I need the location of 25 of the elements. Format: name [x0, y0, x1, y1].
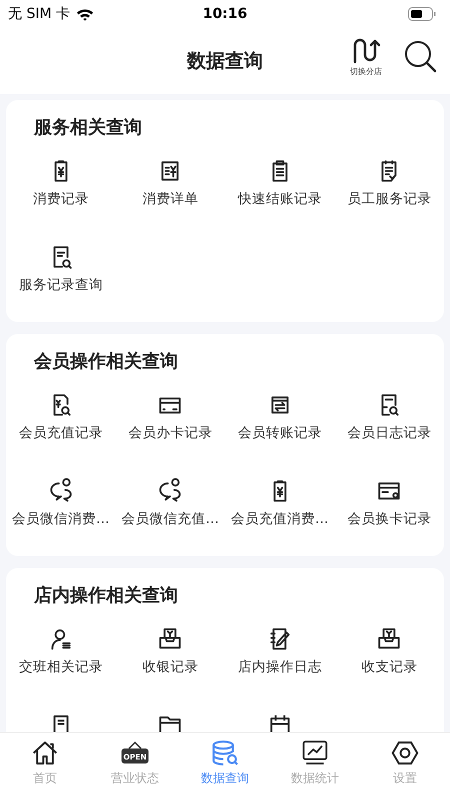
- menu-item[interactable]: 交班相关记录: [6, 618, 116, 704]
- menu-item[interactable]: 会员日志记录: [334, 384, 444, 470]
- page-title: 数据查询: [187, 49, 263, 74]
- section-title: 店内操作相关查询: [32, 584, 179, 608]
- menu-item[interactable]: 消费记录: [6, 150, 116, 236]
- section-title: 会员操作相关查询: [32, 350, 179, 374]
- menu-item[interactable]: 会员充值消费…: [225, 470, 334, 556]
- menu-item[interactable]: 快速结账记录: [225, 150, 334, 236]
- section-title: 服务相关查询: [32, 116, 143, 140]
- tab-bar-item[interactable]: OPEN 营业状态: [90, 733, 180, 800]
- menu-item[interactable]: 店内操作日志: [225, 618, 334, 704]
- menu-item[interactable]: 收银记录: [116, 618, 225, 704]
- menu-item[interactable]: 会员微信消费…: [6, 470, 116, 556]
- menu-item[interactable]: 服务记录查询: [6, 236, 116, 322]
- menu-item[interactable]: 员工服务记录: [334, 150, 444, 236]
- menu-item[interactable]: 消费详单: [116, 150, 225, 236]
- menu-item[interactable]: 会员转账记录: [225, 384, 334, 470]
- menu-item[interactable]: 会员换卡记录: [334, 470, 444, 556]
- menu-item[interactable]: 收支记录: [334, 618, 444, 704]
- menu-item[interactable]: 会员微信充值…: [116, 470, 225, 556]
- menu-item[interactable]: 会员办卡记录: [116, 384, 225, 470]
- menu-item[interactable]: 会员充值记录: [6, 384, 116, 470]
- switch-store-button[interactable]: 切换分店: [350, 36, 382, 77]
- carrier-label: 无 SIM 卡: [8, 5, 70, 23]
- clock: 10:16: [202, 6, 248, 22]
